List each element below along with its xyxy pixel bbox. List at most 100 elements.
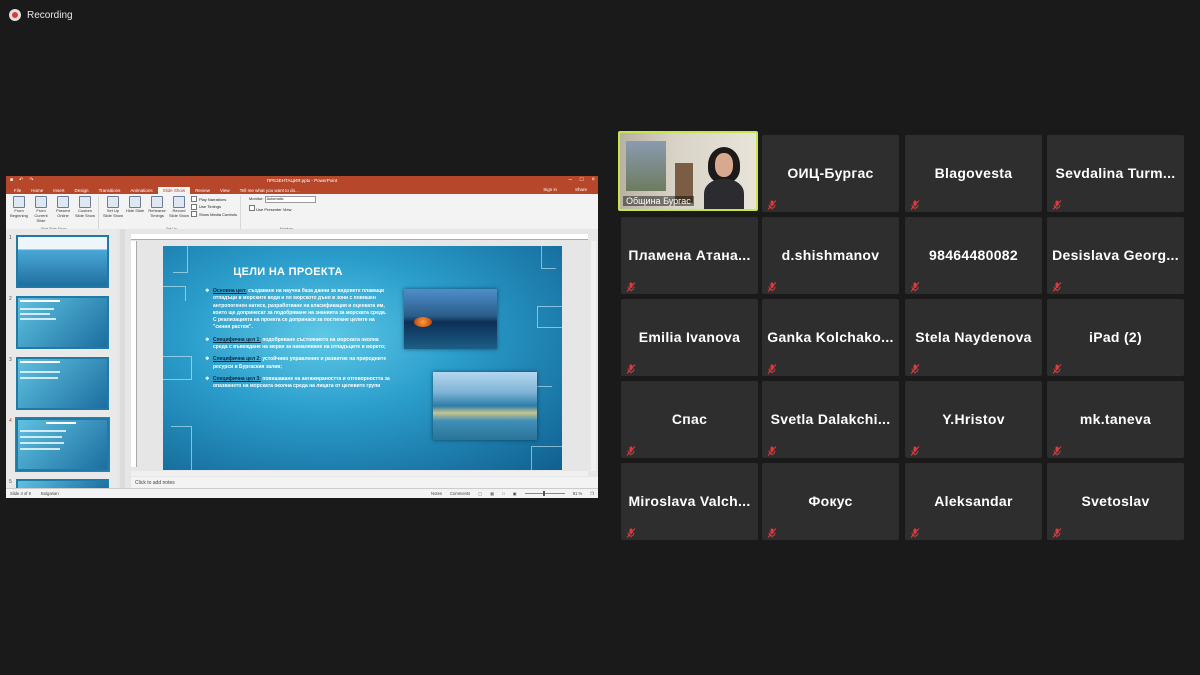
participant-name: iPad (2)	[1089, 329, 1142, 345]
participant-tile[interactable]: Ganka Kolchako...	[762, 299, 899, 376]
from-current-slide-button[interactable]: From Current Slide	[31, 196, 51, 224]
tell-me-box[interactable]: Tell me what you want to do...	[235, 187, 304, 194]
globe-icon	[57, 196, 69, 208]
custom-slide-show-button[interactable]: Custom Slide Show	[75, 196, 95, 224]
tab-animations[interactable]: Animations	[125, 187, 157, 194]
fit-slide-icon[interactable]: ❒	[590, 491, 594, 496]
slide-sorter-icon[interactable]: ▦	[490, 491, 494, 496]
mic-muted-icon	[767, 197, 777, 207]
participant-tile[interactable]: d.shishmanov	[762, 217, 899, 294]
normal-view-icon[interactable]: ▢	[478, 491, 482, 496]
record-slide-show-button[interactable]: Record Slide Show	[169, 196, 189, 224]
participant-tile[interactable]: Фокус	[762, 463, 899, 540]
tab-design[interactable]: Design	[70, 187, 94, 194]
slide-counter: Slide 4 of 9	[10, 491, 31, 496]
sign-in-link[interactable]: Sign in	[538, 186, 562, 193]
mic-muted-icon	[910, 279, 920, 289]
slide-thumbnails[interactable]: 1 2 3 4 5	[6, 229, 118, 491]
bookshelf-background	[626, 141, 666, 191]
slide-title: ЦЕЛИ НА ПРОЕКТА	[233, 266, 343, 278]
participant-tile[interactable]: mk.taneva	[1047, 381, 1184, 458]
rehearse-timings-button[interactable]: Rehearse Timings	[147, 196, 167, 224]
record-icon	[173, 196, 185, 208]
tab-review[interactable]: Review	[190, 187, 215, 194]
participant-tile[interactable]: Svetla Dalakchi...	[762, 381, 899, 458]
participant-tile[interactable]: Y.Hristov	[905, 381, 1042, 458]
slide-canvas[interactable]: ЦЕЛИ НА ПРОЕКТА Основна цел: създаване н…	[163, 246, 562, 470]
horizontal-ruler	[131, 234, 588, 240]
tab-file[interactable]: File	[9, 187, 26, 194]
tab-slide-show[interactable]: Slide Show	[157, 187, 191, 194]
present-online-button[interactable]: Present Online	[53, 196, 73, 224]
mic-muted-icon	[1052, 443, 1062, 453]
from-beginning-button[interactable]: From Beginning	[9, 196, 29, 224]
record-icon	[9, 9, 21, 21]
horizontal-scrollbar[interactable]	[131, 471, 588, 476]
participant-name: Община Бургас	[623, 196, 694, 206]
comments-toggle[interactable]: Comments	[450, 491, 470, 496]
participant-tile[interactable]: Miroslava Valch...	[621, 463, 758, 540]
set-up-slide-show-button[interactable]: Set Up Slide Show	[103, 196, 123, 224]
shared-screen-powerpoint[interactable]: ■ ↶ ↷ ПРЕЗЕНТАЦИЯ.pptx - PowerPoint – □ …	[6, 176, 598, 498]
vertical-ruler	[131, 241, 137, 467]
mic-muted-icon	[910, 197, 920, 207]
bay-aerial-image	[433, 372, 537, 440]
minimize-icon[interactable]: –	[569, 176, 572, 185]
participant-name: Miroslava Valch...	[628, 493, 751, 509]
hide-slide-button[interactable]: Hide Slide	[125, 196, 145, 224]
close-icon[interactable]: ×	[591, 176, 595, 185]
ribbon-tabs: File Home Insert Design Transitions Anim…	[6, 185, 598, 194]
tab-view[interactable]: View	[215, 187, 235, 194]
use-timings-check[interactable]: Use Timings	[191, 203, 237, 210]
participant-name: Фокус	[808, 493, 853, 509]
ribbon-group-start: From Beginning From Current Slide Presen…	[9, 196, 99, 231]
slide-bullet: Специфична цел 2: устойчиво управление и…	[205, 356, 391, 371]
monitor-select[interactable]: Automatic	[264, 196, 316, 203]
thumbnail-scrollbar[interactable]	[120, 229, 125, 489]
mic-muted-icon	[767, 279, 777, 289]
notes-toggle[interactable]: Notes	[431, 491, 442, 496]
ocean-pollution-image	[404, 289, 497, 349]
language-indicator[interactable]: Bulgarian	[41, 491, 59, 496]
participant-tile[interactable]: 98464480082	[905, 217, 1042, 294]
participant-name: d.shishmanov	[781, 247, 880, 263]
redo-icon[interactable]: ↷	[29, 177, 33, 183]
presenter-view-check[interactable]: Use Presenter View	[249, 205, 316, 212]
participant-name: Sevdalina Turm...	[1055, 165, 1176, 181]
zoom-level[interactable]: 91 %	[573, 491, 583, 496]
participant-tile[interactable]: Aleksandar	[905, 463, 1042, 540]
show-media-controls-check[interactable]: Show Media Controls	[191, 211, 237, 217]
participant-tile[interactable]: Stela Naydenova	[905, 299, 1042, 376]
participant-tile-active[interactable]: Община Бургас	[618, 131, 758, 211]
undo-icon[interactable]: ↶	[19, 177, 23, 183]
participant-name: Svetla Dalakchi...	[770, 411, 891, 427]
participant-tile[interactable]: Desislava Georg...	[1047, 217, 1184, 294]
slideshow-view-icon[interactable]: ▣	[513, 491, 517, 496]
participant-tile[interactable]: Svetoslav	[1047, 463, 1184, 540]
participant-tile[interactable]: iPad (2)	[1047, 299, 1184, 376]
reading-view-icon[interactable]: □	[502, 491, 505, 496]
mic-muted-icon	[626, 443, 636, 453]
save-icon[interactable]: ■	[10, 177, 13, 183]
participant-tile[interactable]: Emilia Ivanova	[621, 299, 758, 376]
tab-transitions[interactable]: Transitions	[94, 187, 126, 194]
participant-tile[interactable]: Пламена Атана...	[621, 217, 758, 294]
tab-insert[interactable]: Insert	[48, 187, 69, 194]
slide-scrollbar[interactable]	[591, 241, 596, 471]
participant-tile[interactable]: Спас	[621, 381, 758, 458]
participant-name: Пламена Атана...	[628, 247, 751, 263]
tab-home[interactable]: Home	[26, 187, 48, 194]
participant-tile[interactable]: Blagovesta	[905, 135, 1042, 212]
ribbon-group-setup: Set Up Slide Show Hide Slide Rehearse Ti…	[103, 196, 242, 231]
slide-thumbnail[interactable]: 1	[9, 235, 109, 288]
participant-tile[interactable]: ОИЦ-Бургас	[762, 135, 899, 212]
slide-thumbnail-selected[interactable]: 4	[9, 417, 110, 472]
play-narrations-check[interactable]: Play Narrations	[191, 196, 237, 202]
share-button[interactable]: Share	[570, 186, 592, 193]
slide-thumbnail[interactable]: 3	[9, 357, 109, 410]
maximize-icon[interactable]: □	[580, 176, 584, 185]
participant-name: ОИЦ-Бургас	[787, 165, 874, 181]
zoom-slider[interactable]	[524, 491, 565, 496]
slide-thumbnail[interactable]: 2	[9, 296, 109, 349]
participant-tile[interactable]: Sevdalina Turm...	[1047, 135, 1184, 212]
